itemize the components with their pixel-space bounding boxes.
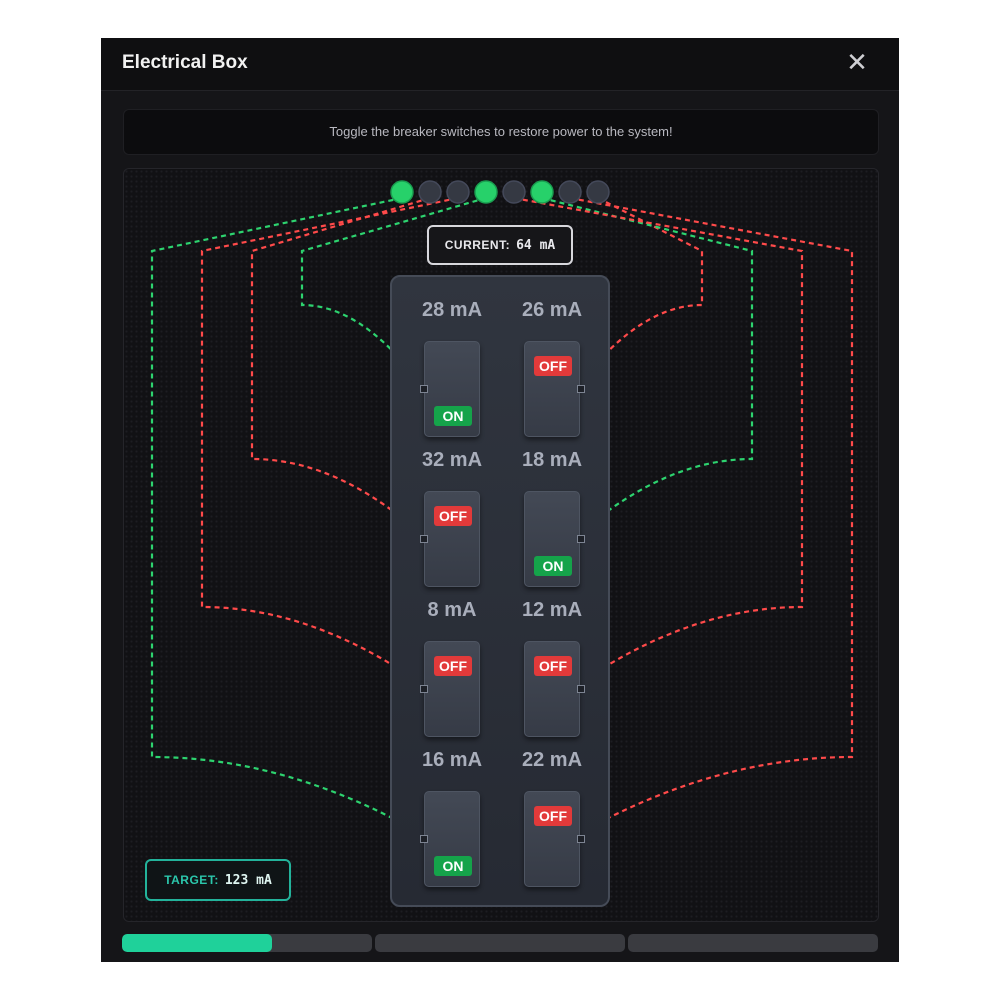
- breaker-switch[interactable]: OFF: [524, 641, 585, 737]
- breaker-cell: 16 mA ON: [402, 737, 502, 887]
- title-bar: Electrical Box ✕: [101, 38, 899, 91]
- wire-port: [577, 835, 585, 843]
- indicator-light: [390, 180, 414, 204]
- breaker-cell: 18 mA ON: [502, 437, 602, 587]
- breaker-state-badge: OFF: [534, 356, 572, 376]
- breaker-state-badge: ON: [434, 856, 472, 876]
- breaker-switch[interactable]: ON: [524, 491, 585, 587]
- breaker-state-badge: OFF: [434, 506, 472, 526]
- breaker-switch[interactable]: ON: [420, 341, 480, 437]
- progress-bar: [122, 934, 878, 952]
- current-readout: CURRENT: 64 mA: [427, 225, 573, 265]
- breaker-amps: 8 mA: [427, 599, 477, 621]
- breaker-switch[interactable]: ON: [420, 791, 480, 887]
- wire-port: [577, 385, 585, 393]
- indicator-light: [446, 180, 470, 204]
- indicator-light: [586, 180, 610, 204]
- breaker-cell: 12 mA OFF: [502, 587, 602, 737]
- current-label: CURRENT:: [444, 238, 511, 252]
- breaker-state-badge: OFF: [434, 656, 472, 676]
- progress-segment: [122, 934, 372, 952]
- indicator-light: [502, 180, 526, 204]
- electrical-box-window: Electrical Box ✕ Toggle the breaker swit…: [101, 38, 899, 962]
- current-value: 64 mA: [516, 238, 556, 253]
- breaker-amps: 32 mA: [421, 449, 483, 471]
- instruction-text: Toggle the breaker switches to restore p…: [123, 109, 879, 155]
- wire-port: [420, 835, 428, 843]
- breaker-state-badge: ON: [534, 556, 572, 576]
- indicator-light: [530, 180, 554, 204]
- progress-segment: [375, 934, 625, 952]
- wire-7: [150, 196, 421, 834]
- wire-port: [577, 685, 585, 693]
- breaker-amps: 26 mA: [521, 299, 583, 321]
- breaker-cell: 22 mA OFF: [502, 737, 602, 887]
- breaker-switch[interactable]: OFF: [524, 791, 585, 887]
- breaker-state-badge: OFF: [534, 656, 572, 676]
- target-value: 123 mA: [224, 873, 272, 888]
- progress-fill: [122, 934, 272, 952]
- wire-port: [420, 685, 428, 693]
- breaker-amps: 12 mA: [521, 599, 583, 621]
- breaker-amps: 18 mA: [521, 449, 583, 471]
- breaker-switch[interactable]: OFF: [420, 491, 480, 587]
- breaker-switch[interactable]: OFF: [524, 341, 585, 437]
- target-readout: TARGET: 123 mA: [145, 859, 291, 901]
- wire-port: [420, 535, 428, 543]
- wire-port: [420, 385, 428, 393]
- circuit-board: CURRENT: 64 mA 28 mA ON 26 mA OFF 32 mA: [123, 168, 879, 922]
- wire-8: [569, 196, 854, 834]
- breaker-amps: 16 mA: [421, 749, 483, 771]
- breaker-cell: 28 mA ON: [402, 287, 502, 437]
- progress-segment: [628, 934, 878, 952]
- indicator-light: [558, 180, 582, 204]
- indicator-light: [474, 180, 498, 204]
- target-label: TARGET:: [164, 873, 219, 887]
- breaker-switch[interactable]: OFF: [420, 641, 480, 737]
- indicator-light: [418, 180, 442, 204]
- breaker-cell: 8 mA OFF: [402, 587, 502, 737]
- wire-port: [577, 535, 585, 543]
- breaker-cell: 32 mA OFF: [402, 437, 502, 587]
- breaker-amps: 22 mA: [521, 749, 583, 771]
- breaker-state-badge: OFF: [534, 806, 572, 826]
- breaker-state-badge: ON: [434, 406, 472, 426]
- close-icon[interactable]: ✕: [845, 50, 869, 76]
- breaker-panel: 28 mA ON 26 mA OFF 32 mA OFF 18 mA ON 8 …: [390, 275, 610, 907]
- breaker-cell: 26 mA OFF: [502, 287, 602, 437]
- window-title: Electrical Box: [122, 52, 248, 73]
- breaker-amps: 28 mA: [421, 299, 483, 321]
